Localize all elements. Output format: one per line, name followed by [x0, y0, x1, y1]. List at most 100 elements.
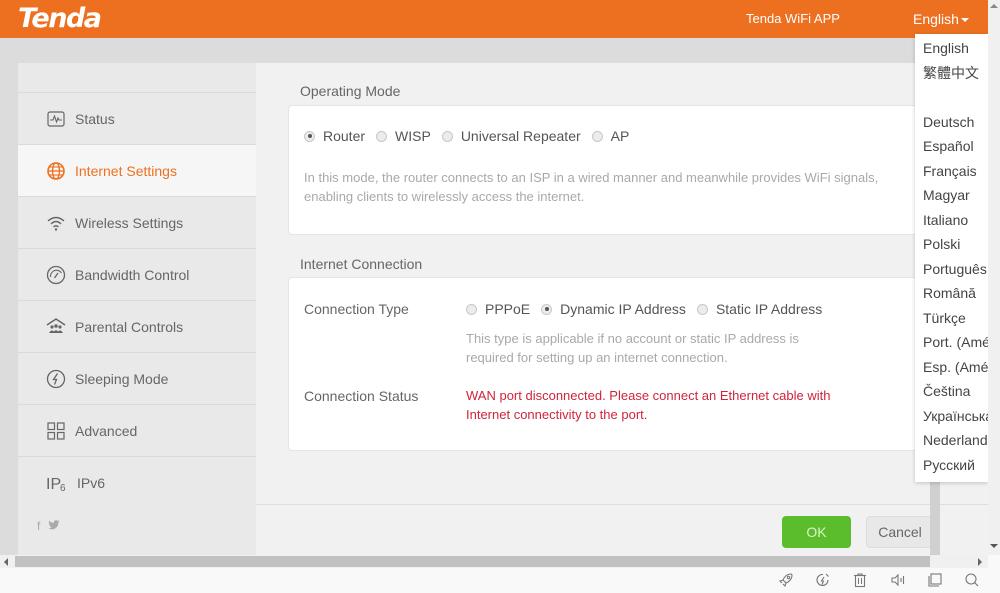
connection-status-message: WAN port disconnected. Please connect an… [466, 386, 830, 424]
sidebar-item-ipv6[interactable]: IP 6 IPv6 [18, 457, 256, 509]
language-dropdown-menu: English 繁體中文 Deutsch Español Français Ma… [915, 34, 988, 482]
caret-down-icon [960, 18, 969, 23]
sidebar-item-label: Advanced [75, 422, 138, 439]
status-line: WAN port disconnected. Please connect an… [466, 388, 831, 403]
language-option[interactable]: Čeština [915, 379, 988, 404]
horizontal-scrollbar-thumb[interactable] [15, 556, 930, 567]
tenda-logo[interactable]: Tenda [18, 3, 102, 34]
internet-connection-card: Connection Type PPPoE Dynamic IP Address… [288, 277, 968, 451]
social-links: f [37, 519, 60, 533]
scroll-down-arrow-icon[interactable] [990, 544, 998, 548]
connection-type-description: This type is applicable if no account or… [466, 329, 799, 367]
description-line: In this mode, the router connects to an … [304, 170, 879, 185]
speed-boost-icon[interactable] [815, 572, 831, 588]
scroll-left-arrow-icon[interactable] [4, 558, 8, 566]
language-option[interactable]: Deutsch [915, 110, 988, 135]
horizontal-scrollbar[interactable] [0, 555, 988, 568]
language-option[interactable]: Port. (América) [915, 330, 988, 355]
radio-universal-repeater-label[interactable]: Universal Repeater [461, 128, 581, 144]
language-option[interactable]: Español [915, 134, 988, 159]
search-icon[interactable] [964, 572, 980, 588]
language-option[interactable]: 繁體中文 [915, 61, 988, 86]
footer-divider [256, 504, 988, 505]
connection-type-radio-group: PPPoE Dynamic IP Address Static IP Addre… [466, 301, 833, 317]
family-house-icon [46, 317, 66, 337]
radio-wisp[interactable] [376, 130, 388, 142]
main-content: Operating Mode Router WISP Universal Rep… [256, 63, 988, 555]
operating-mode-card: Router WISP Universal Repeater AP In thi… [288, 105, 968, 235]
browser-bottom-toolbar [0, 568, 1000, 593]
radio-pppoe-label[interactable]: PPPoE [485, 301, 530, 317]
sidebar-item-label: Internet Settings [75, 162, 177, 179]
scroll-up-arrow-icon[interactable] [990, 4, 998, 8]
language-option[interactable]: Română [915, 281, 988, 306]
trash-icon[interactable] [852, 572, 868, 588]
language-option[interactable]: Nederlands [915, 428, 988, 453]
grid-icon [46, 421, 66, 441]
sidebar-item-bandwidth-control[interactable]: Bandwidth Control [18, 249, 256, 301]
sidebar-item-sleeping-mode[interactable]: Sleeping Mode [18, 353, 256, 405]
rocket-icon[interactable] [778, 572, 794, 588]
radio-wisp-label[interactable]: WISP [395, 128, 431, 144]
twitter-icon[interactable] [48, 519, 60, 533]
sidebar-item-internet-settings[interactable]: Internet Settings [18, 145, 256, 197]
top-header: Tenda Tenda WiFi APP English [0, 0, 988, 38]
language-select[interactable]: English [913, 11, 969, 27]
sidebar-item-parental-controls[interactable]: Parental Controls [18, 301, 256, 353]
description-line: This type is applicable if no account or… [466, 331, 799, 346]
ok-button[interactable]: OK [782, 516, 851, 548]
sidebar-item-wireless-settings[interactable]: Wireless Settings [18, 197, 256, 249]
sidebar: Status Internet Settings Wireless Settin… [18, 63, 256, 555]
radio-router-label[interactable]: Router [323, 128, 365, 144]
operating-mode-radio-group: Router WISP Universal Repeater AP [304, 128, 640, 144]
language-option[interactable]: Türkçe [915, 306, 988, 331]
radio-universal-repeater[interactable] [441, 130, 453, 142]
globe-icon [46, 161, 66, 181]
window-icon[interactable] [927, 572, 943, 588]
radio-dynamic-ip-label[interactable]: Dynamic IP Address [560, 301, 686, 317]
radio-router[interactable] [304, 130, 315, 142]
sidebar-item-label: Parental Controls [75, 318, 184, 335]
language-option[interactable]: Українська [915, 404, 988, 429]
language-option-blank[interactable] [915, 85, 988, 110]
language-option[interactable]: Italiano [915, 208, 988, 233]
language-option[interactable]: Русский [915, 453, 988, 478]
description-line: required for setting up an internet conn… [466, 350, 728, 365]
sidebar-item-label: Status [75, 110, 115, 127]
radio-static-ip-label[interactable]: Static IP Address [716, 301, 822, 317]
language-select-label: English [913, 11, 959, 27]
language-option[interactable]: English [915, 36, 988, 61]
power-bolt-icon [46, 369, 66, 389]
connection-type-label: Connection Type [304, 301, 409, 317]
sidebar-item-status[interactable]: Status [18, 93, 256, 145]
operating-mode-description: In this mode, the router connects to an … [304, 168, 878, 206]
status-line: Internet connectivity to the port. [466, 407, 648, 422]
language-option[interactable]: Magyar [915, 183, 988, 208]
internet-connection-title: Internet Connection [300, 256, 423, 272]
radio-ap[interactable] [591, 130, 603, 142]
radio-pppoe[interactable] [466, 303, 477, 315]
sidebar-item-label: IPv6 [77, 475, 106, 491]
language-option[interactable]: Esp. (América) [915, 355, 988, 380]
sidebar-item-advanced[interactable]: Advanced [18, 405, 256, 457]
language-option[interactable]: Português [915, 257, 988, 282]
vertical-scrollbar[interactable] [988, 0, 1000, 555]
radio-static-ip[interactable] [696, 303, 708, 315]
sidebar-item-label: Wireless Settings [75, 214, 184, 231]
speedometer-icon [46, 265, 66, 285]
sidebar-top-spacer [18, 63, 256, 93]
facebook-icon[interactable]: f [37, 519, 40, 533]
scroll-right-arrow-icon[interactable] [978, 558, 982, 566]
svg-text:6: 6 [60, 483, 66, 492]
language-option[interactable]: Français [915, 159, 988, 184]
cancel-button[interactable]: Cancel [866, 516, 934, 548]
radio-dynamic-ip[interactable] [541, 303, 553, 315]
speaker-icon[interactable] [890, 572, 906, 588]
radio-ap-label[interactable]: AP [611, 128, 630, 144]
tenda-wifi-app-link[interactable]: Tenda WiFi APP [746, 11, 840, 26]
sidebar-item-label: Bandwidth Control [75, 266, 190, 283]
language-option[interactable]: Polski [915, 232, 988, 257]
ipv6-icon: IP 6 [46, 473, 68, 493]
operating-mode-title: Operating Mode [300, 83, 401, 99]
sidebar-item-label: Sleeping Mode [75, 370, 169, 387]
